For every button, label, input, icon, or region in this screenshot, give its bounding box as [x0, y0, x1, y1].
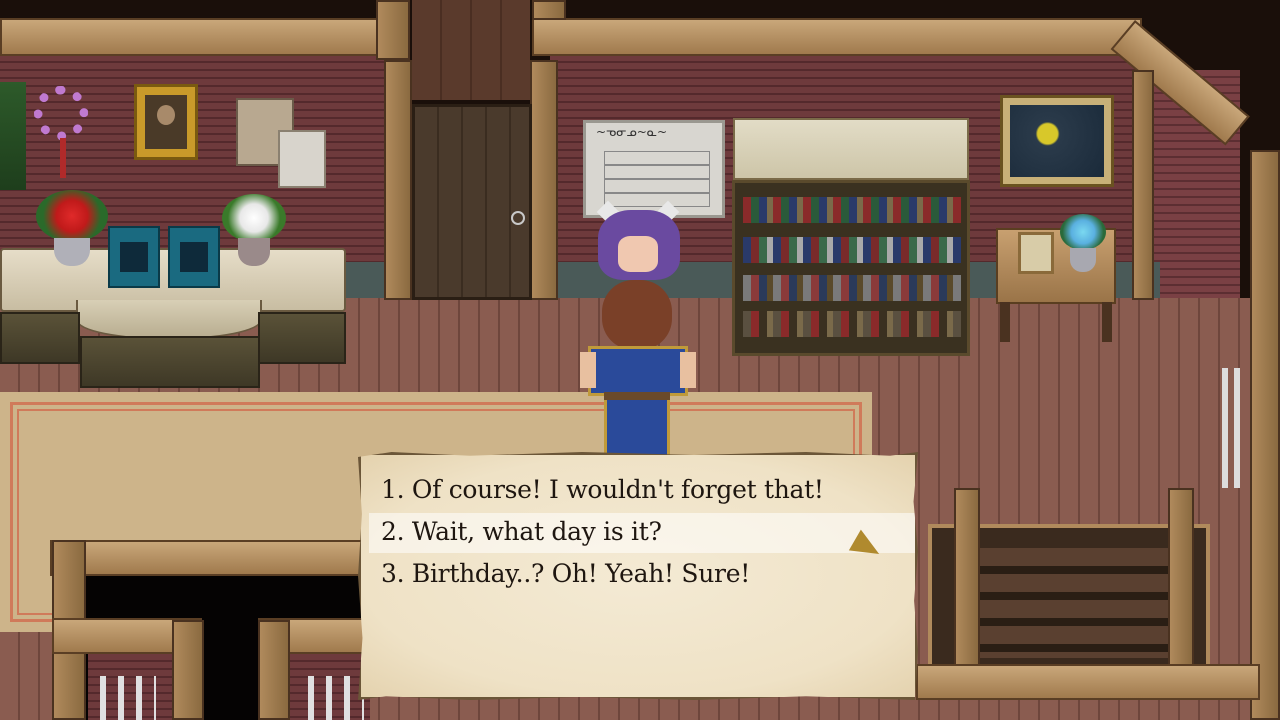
right-edge-post — [1250, 150, 1280, 720]
bookshelf[interactable] — [732, 180, 970, 356]
counter-front-left — [0, 312, 80, 364]
candles-icon — [100, 676, 156, 720]
staircase[interactable] — [980, 548, 1168, 658]
counter-top-curve — [76, 300, 262, 340]
flower-painting-icon — [1000, 95, 1114, 187]
door-frame-left — [384, 60, 412, 300]
ceiling-beam-left — [0, 18, 390, 56]
counter-front-center — [80, 336, 260, 388]
choice-option-3[interactable]: 3. Birthday..? Oh! Yeah! Sure! — [381, 559, 750, 588]
lower-post-a — [172, 620, 204, 720]
door-frame-right — [530, 60, 558, 300]
choice-dialog: 1. Of course! I wouldn't forget that! 2.… — [358, 452, 918, 700]
blue-flower-vase-icon — [1060, 214, 1106, 274]
ceiling-beam-right — [532, 18, 1142, 56]
stair-rail-bottom — [916, 664, 1260, 700]
jewelry-case-icon[interactable] — [108, 226, 160, 288]
wooden-door[interactable] — [412, 104, 532, 300]
wall-post-right — [1132, 70, 1154, 300]
photo-frame-icon — [1018, 232, 1054, 274]
side-table-legs — [1000, 302, 1112, 342]
candles-icon-2 — [308, 676, 364, 720]
lower-beam-left — [50, 540, 370, 576]
post-center-right — [532, 0, 566, 20]
white-flower-vase-icon — [222, 194, 286, 270]
door-handle-icon[interactable] — [511, 211, 525, 225]
flower-wreath-icon — [34, 86, 88, 140]
upper-door-dark — [412, 0, 530, 100]
choice-option-1[interactable]: 1. Of course! I wouldn't forget that! — [381, 475, 824, 504]
plant-hanging-icon — [0, 82, 26, 190]
jewelry-case-icon-2[interactable] — [168, 226, 220, 288]
choice-option-2[interactable]: 2. Wait, what day is it? — [381, 517, 662, 546]
player-character[interactable] — [580, 280, 696, 458]
stair-post-left — [954, 488, 980, 668]
post-center-left — [376, 0, 410, 60]
red-flower-vase-icon — [36, 190, 108, 270]
stair-post-right — [1168, 488, 1194, 668]
bookshelf-top — [733, 118, 969, 180]
wreath-ribbon-icon — [60, 138, 66, 178]
counter-front-right — [258, 312, 346, 364]
notice-text: ~ᓀᓂᓄ~ᓇ~ — [596, 125, 668, 139]
lower-post-b — [258, 620, 290, 720]
game-scene: ~ᓀᓂᓄ~ᓇ~ 1. Of course! I wouldn't forget … — [0, 0, 1280, 720]
wall-candle-sconce-icon — [1218, 368, 1248, 488]
wall-paper-icon — [278, 130, 326, 188]
portrait-frame-icon — [134, 84, 198, 160]
